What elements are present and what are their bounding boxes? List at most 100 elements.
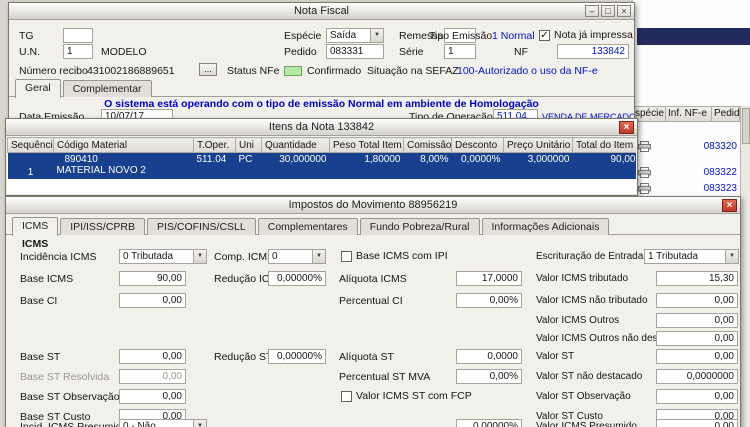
- icms-group-label: ICMS: [22, 238, 49, 250]
- col-uni-header[interactable]: Uni: [235, 137, 262, 153]
- printer-icon[interactable]: [638, 167, 651, 178]
- cell-codigo-material: 890410 MATERIAL NOVO 2: [54, 153, 194, 179]
- valor-st-nao-destacado-input[interactable]: 0,0000000: [656, 369, 738, 384]
- base-icms-label: Base ICMS: [20, 273, 74, 285]
- tab-complementar[interactable]: Complementar: [62, 80, 152, 97]
- bg-row[interactable]: 083323: [636, 182, 737, 197]
- valor-icms-st-com-fcp-label: Valor ICMS ST com FCP: [356, 390, 472, 402]
- reducao-st-input[interactable]: 0,00000%: [268, 349, 326, 364]
- percentual-ci-input[interactable]: 0,00%: [456, 293, 522, 308]
- percentual-icms-presumido-input[interactable]: 0,00000%: [456, 419, 522, 427]
- escrituracao-entrada-select[interactable]: 1 Tributada ▼: [644, 249, 739, 264]
- base-ci-label: Base CI: [20, 295, 58, 307]
- col-total-item-header[interactable]: Total do Item: [572, 137, 636, 153]
- minimize-icon[interactable]: –: [585, 5, 599, 17]
- valor-icms-outros-nao-dest-label: Valor ICMS Outros não dest.: [536, 333, 664, 344]
- percentual-st-mva-input[interactable]: 0,00%: [456, 369, 522, 384]
- col-toper-header[interactable]: T.Oper.: [193, 137, 236, 153]
- tab-complementares[interactable]: Complementares: [257, 218, 358, 235]
- tipo-emissao-value: 1 Normal: [492, 30, 535, 42]
- nota-ja-impressa-checkbox[interactable]: ✓ Nota já impressa: [539, 29, 633, 41]
- recibo-more-button[interactable]: ...: [199, 63, 217, 76]
- maximize-icon[interactable]: □: [601, 5, 615, 17]
- tab-pis-cofins-csll[interactable]: PIS/COFINS/CSLL: [147, 218, 256, 235]
- tab-informacoes-adicionais[interactable]: Informações Adicionais: [481, 218, 610, 235]
- valor-icms-presumido-input[interactable]: 0,00: [656, 419, 738, 427]
- incid-icms-presumido-select[interactable]: 0 - Não ▼: [119, 419, 207, 427]
- serie-input[interactable]: 1: [444, 44, 476, 59]
- tab-geral[interactable]: Geral: [15, 79, 61, 98]
- valor-icms-tributado-input[interactable]: 15,30: [656, 271, 738, 286]
- nota-fiscal-titlebar[interactable]: Nota Fiscal – □ ×: [9, 3, 634, 20]
- bg-col-infnfe-header[interactable]: Inf. NF-e: [665, 106, 712, 122]
- reducao-icms-input[interactable]: 0,00000%: [268, 271, 326, 286]
- base-st-observacao-label: Base ST Observação: [20, 391, 120, 403]
- pedido-input[interactable]: 083331: [326, 44, 384, 59]
- background-titlebar-fragment: [637, 28, 750, 45]
- pedido-link[interactable]: 083320: [704, 141, 737, 152]
- nf-input[interactable]: 133842: [557, 44, 629, 59]
- comp-icms-select[interactable]: 0 ▼: [268, 249, 326, 264]
- col-comissao-header[interactable]: Comissão: [403, 137, 452, 153]
- aliquota-icms-input[interactable]: 17,0000: [456, 271, 522, 286]
- tab-ipi-iss-cprb[interactable]: IPI/ISS/CPRB: [60, 218, 146, 235]
- col-sequencia-header[interactable]: Sequência: [7, 137, 54, 153]
- material-name: MATERIAL NOVO 2: [56, 165, 146, 176]
- close-icon[interactable]: ×: [619, 121, 634, 134]
- scrollbar-thumb[interactable]: [742, 108, 750, 144]
- especie-select[interactable]: Saída ▼: [326, 28, 384, 43]
- valor-st-observacao-input[interactable]: 0,00: [656, 389, 738, 404]
- printer-icon[interactable]: [638, 183, 651, 194]
- chevron-down-icon: ▼: [312, 250, 325, 263]
- col-peso-total-header[interactable]: Peso Total Item: [329, 137, 404, 153]
- valor-st-input[interactable]: 0,00: [656, 349, 738, 364]
- especie-label: Espécie: [284, 30, 322, 42]
- bg-col-pedido-label: Pedido: [714, 108, 740, 119]
- bg-row[interactable]: 083322: [636, 166, 737, 181]
- chevron-down-icon: ▼: [370, 29, 383, 42]
- pedido-link[interactable]: 083323: [704, 183, 737, 194]
- numero-recibo-value: 431002186889651: [87, 65, 175, 77]
- valor-icms-nao-tributado-input[interactable]: 0,00: [656, 293, 738, 308]
- base-ci-input[interactable]: 0,00: [119, 293, 186, 308]
- base-st-observacao-input[interactable]: 0,00: [119, 389, 186, 404]
- impostos-window: Impostos do Movimento 88956219 × ICMS IP…: [5, 196, 741, 427]
- itens-titlebar[interactable]: Itens da Nota 133842 ×: [6, 119, 637, 136]
- item-row[interactable]: 1 890410 MATERIAL NOVO 2 511.04 PC 30,00…: [7, 152, 636, 179]
- base-icms-com-ipi-checkbox[interactable]: Base ICMS com IPI: [341, 250, 448, 262]
- bg-col-pedido-header[interactable]: Pedido: [711, 106, 740, 122]
- valor-icms-st-com-fcp-checkbox[interactable]: Valor ICMS ST com FCP: [341, 390, 472, 402]
- un-desc: MODELO: [101, 46, 147, 58]
- incidencia-icms-select[interactable]: 0 Tributada ▼: [119, 249, 207, 264]
- base-st-input[interactable]: 0,00: [119, 349, 186, 364]
- col-preco-unitario-header[interactable]: Preço Unitário: [503, 137, 573, 153]
- window-title: Itens da Nota 133842: [268, 121, 375, 133]
- aliquota-st-input[interactable]: 0,0000: [456, 349, 522, 364]
- pedido-link[interactable]: 083322: [704, 167, 737, 178]
- tg-input[interactable]: [63, 28, 93, 43]
- nf-label: NF: [514, 46, 528, 58]
- base-icms-input[interactable]: 90,00: [119, 271, 186, 286]
- col-desconto-header[interactable]: Desconto: [451, 137, 504, 153]
- un-input[interactable]: 1: [63, 44, 93, 59]
- codigo-value: 890410: [64, 154, 98, 165]
- col-quantidade-header[interactable]: Quantidade: [261, 137, 330, 153]
- tab-fundo-pobreza-rural[interactable]: Fundo Pobreza/Rural: [359, 218, 480, 235]
- printer-icon[interactable]: [638, 141, 651, 152]
- tab-icms[interactable]: ICMS: [12, 217, 59, 236]
- col-codigo-material-header[interactable]: Código Material: [53, 137, 194, 153]
- vertical-scrollbar[interactable]: [740, 106, 750, 427]
- valor-icms-outros-nao-dest-input[interactable]: 0,00: [656, 331, 738, 346]
- close-icon[interactable]: ×: [722, 199, 737, 212]
- percentual-ci-label: Percentual CI: [339, 295, 403, 307]
- impostos-titlebar[interactable]: Impostos do Movimento 88956219 ×: [6, 197, 740, 214]
- checkbox-box: [341, 390, 352, 402]
- valor-icms-tributado-label: Valor ICMS tributado: [536, 273, 629, 284]
- close-icon[interactable]: ×: [617, 5, 631, 17]
- reducao-st-label: Redução ST: [214, 351, 273, 363]
- bg-row[interactable]: 083320: [636, 140, 737, 155]
- cell-uni: PC: [238, 154, 253, 165]
- pedido-label: Pedido: [284, 46, 317, 58]
- valor-icms-outros-label: Valor ICMS Outros: [536, 315, 620, 326]
- valor-icms-outros-input[interactable]: 0,00: [656, 313, 738, 328]
